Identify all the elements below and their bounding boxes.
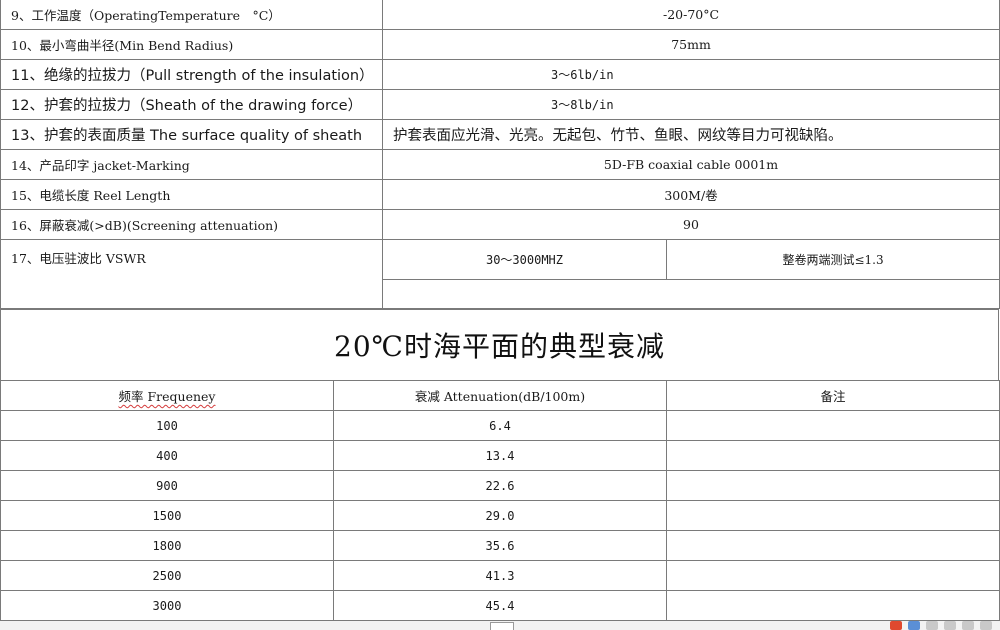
cell-notes [666,440,1000,471]
header-attenuation: 衰减 Attenuation(dB/100m) [333,380,667,411]
cell-frequency: 1800 [0,530,334,561]
cell-frequency: 900 [0,470,334,501]
section-title: 20℃时海平面的典型衰减 [334,330,665,363]
spec-value: 护套表面应光滑、光亮。无起包、竹节、鱼眼、网纹等目力可视缺陷。 [381,119,1000,150]
document-icon[interactable] [490,622,514,630]
cell-notes [666,410,1000,441]
spec-value: 3～6lb/in [381,59,1000,90]
cell-notes [666,500,1000,531]
cell-frequency: 1500 [0,500,334,531]
table-row: 3000 45.4 [0,590,1000,621]
cell-frequency: 3000 [0,590,334,621]
header-frequency-text: 频率 Frequeney [118,389,216,404]
vswr-row: 17、电压驻波比 VSWR 30～3000MHZ 整卷两端测试≤1.3 [0,239,1000,309]
cell-attenuation: 45.4 [333,590,667,621]
spec-table: 9、工作温度（OperatingTemperature °C） -20-70°C… [0,0,1000,310]
empty-cell [381,278,1000,310]
app-logo-icon[interactable] [890,621,902,630]
attenuation-table: 频率 Frequeney 衰减 Attenuation(dB/100m) 备注 … [0,380,1000,621]
spec-row: 10、最小弯曲半径(Min Bend Radius) 75mm [0,29,1000,60]
spec-value: 5D-FB coaxial cable 0001m [381,149,1000,180]
spec-row: 9、工作温度（OperatingTemperature °C） -20-70°C [0,0,1000,30]
spec-label: 15、电缆长度 Reel Length [0,179,383,210]
tray-icon[interactable] [944,621,956,630]
tray-icon[interactable] [980,621,992,630]
vswr-range: 30～3000MHZ [382,239,667,280]
spec-label: 13、护套的表面质量 The surface quality of sheath [0,119,383,150]
spec-value: 3～8lb/in [381,89,1000,120]
cell-frequency: 2500 [0,560,334,591]
table-header-row: 频率 Frequeney 衰减 Attenuation(dB/100m) 备注 [0,380,1000,411]
cell-frequency: 400 [0,440,334,471]
cell-attenuation: 35.6 [333,530,667,561]
spec-label: 9、工作温度（OperatingTemperature °C） [0,0,383,30]
spec-label: 16、屏蔽衰减(>dB)(Screening attenuation) [0,209,383,240]
cell-notes [666,530,1000,561]
spec-row: 11、绝缘的拉拔力（Pull strength of the insulatio… [0,59,1000,90]
spec-row: 13、护套的表面质量 The surface quality of sheath… [0,119,1000,150]
table-row: 100 6.4 [0,410,1000,441]
cell-notes [666,560,1000,591]
spec-value: 75mm [381,29,1000,60]
cell-attenuation: 29.0 [333,500,667,531]
system-tray [890,621,992,630]
bottom-toolbar [0,621,1000,630]
header-notes: 备注 [666,380,1000,411]
tray-icon[interactable] [926,621,938,630]
cell-notes [666,470,1000,501]
header-frequency: 频率 Frequeney [0,380,334,411]
vswr-label: 17、电压驻波比 VSWR [0,239,383,309]
tray-icon[interactable] [962,621,974,630]
spec-row: 15、电缆长度 Reel Length 300M/卷 [0,179,1000,210]
vswr-spec: 整卷两端测试≤1.3 [665,239,1000,280]
spec-row: 14、产品印字 jacket-Marking 5D-FB coaxial cab… [0,149,1000,180]
spec-row: 16、屏蔽衰减(>dB)(Screening attenuation) 90 [0,209,1000,240]
spec-value: 90 [381,209,1000,240]
table-row: 400 13.4 [0,440,1000,471]
spec-value: -20-70°C [381,0,1000,30]
spec-label: 14、产品印字 jacket-Marking [0,149,383,180]
document-page: 9、工作温度（OperatingTemperature °C） -20-70°C… [0,0,1000,630]
cell-attenuation: 41.3 [333,560,667,591]
spec-label: 12、护套的拉拔力（Sheath of the drawing force） [0,89,383,120]
cell-attenuation: 13.4 [333,440,667,471]
table-row: 900 22.6 [0,470,1000,501]
cell-attenuation: 22.6 [333,470,667,501]
spec-label: 10、最小弯曲半径(Min Bend Radius) [0,29,383,60]
cell-frequency: 100 [0,410,334,441]
section-title-band: 20℃时海平面的典型衰减 [0,309,999,381]
cell-notes [666,590,1000,621]
spec-value: 300M/卷 [381,179,1000,210]
table-row: 1800 35.6 [0,530,1000,561]
spec-label: 11、绝缘的拉拔力（Pull strength of the insulatio… [0,59,383,90]
language-icon[interactable] [908,621,920,630]
table-row: 1500 29.0 [0,500,1000,531]
table-row: 2500 41.3 [0,560,1000,591]
cell-attenuation: 6.4 [333,410,667,441]
spec-row: 12、护套的拉拔力（Sheath of the drawing force） 3… [0,89,1000,120]
